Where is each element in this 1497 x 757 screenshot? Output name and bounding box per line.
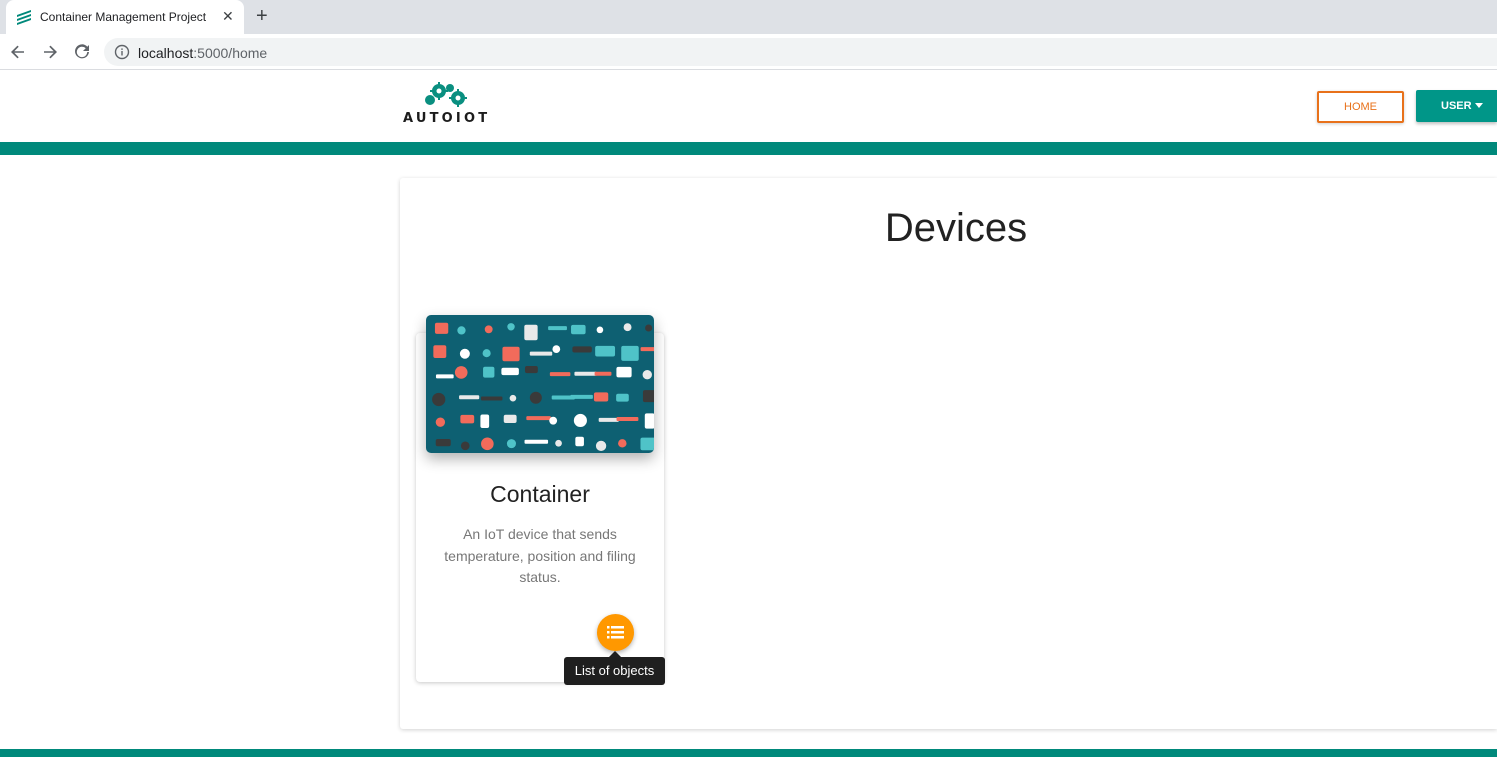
browser-tab[interactable]: Container Management Project ✕ bbox=[6, 0, 244, 34]
device-glyph bbox=[618, 439, 627, 448]
browser-tabbar: Container Management Project ✕ + bbox=[0, 0, 1497, 34]
device-glyph bbox=[593, 392, 609, 402]
device-glyph bbox=[571, 324, 586, 335]
device-glyph bbox=[573, 413, 587, 428]
favicon-icon bbox=[16, 9, 32, 25]
device-glyph bbox=[524, 439, 549, 444]
autoiot-logo-icon[interactable] bbox=[400, 79, 490, 137]
forward-icon[interactable] bbox=[40, 42, 60, 62]
device-glyph bbox=[616, 417, 639, 422]
user-label: USER bbox=[1441, 100, 1472, 112]
device-glyph bbox=[574, 371, 597, 376]
illustration-svg bbox=[432, 322, 654, 452]
device-glyph bbox=[482, 349, 491, 358]
device-glyph bbox=[435, 374, 454, 379]
app-header: AUTOIOT HOME USER bbox=[0, 71, 1497, 142]
device-glyph bbox=[432, 392, 446, 407]
device-glyph bbox=[572, 346, 592, 353]
device-glyph bbox=[434, 322, 449, 334]
device-glyph bbox=[640, 437, 654, 451]
iot-devices-illustration bbox=[426, 315, 654, 453]
device-glyph bbox=[480, 414, 490, 428]
device-glyph bbox=[645, 324, 653, 332]
device-glyph bbox=[526, 416, 551, 421]
device-glyph bbox=[484, 325, 493, 334]
device-glyph bbox=[529, 391, 542, 404]
device-glyph bbox=[524, 366, 538, 374]
back-icon[interactable] bbox=[8, 42, 28, 62]
device-glyph bbox=[459, 348, 470, 359]
device-glyph bbox=[621, 345, 639, 361]
device-glyph bbox=[503, 414, 517, 423]
list-objects-button[interactable] bbox=[597, 614, 634, 651]
device-glyph bbox=[548, 326, 567, 331]
device-glyph bbox=[623, 323, 632, 332]
device-glyph bbox=[616, 366, 632, 378]
device-glyph bbox=[555, 439, 562, 447]
caret-down-icon bbox=[1474, 103, 1483, 108]
device-glyph bbox=[481, 437, 494, 451]
device-glyph bbox=[483, 366, 495, 378]
device-glyph bbox=[642, 390, 654, 403]
list-icon bbox=[607, 626, 624, 639]
device-glyph bbox=[642, 370, 652, 380]
device-glyph bbox=[616, 393, 629, 402]
device-glyph bbox=[459, 395, 480, 400]
device-glyph bbox=[529, 351, 553, 356]
info-icon[interactable] bbox=[114, 44, 130, 60]
device-glyph bbox=[552, 345, 561, 353]
device-glyph bbox=[549, 372, 571, 377]
page-title: Devices bbox=[884, 206, 1028, 250]
url-path: :5000/home bbox=[193, 45, 268, 61]
tab-title: Container Management Project bbox=[40, 10, 207, 24]
device-glyph bbox=[502, 346, 520, 362]
device-glyph bbox=[644, 413, 654, 429]
tooltip: List of objects bbox=[564, 657, 665, 685]
close-tab-icon[interactable]: ✕ bbox=[222, 8, 234, 24]
device-glyph bbox=[480, 396, 503, 401]
device-glyph bbox=[454, 366, 468, 379]
card-title: Container bbox=[490, 481, 590, 507]
footer-bar bbox=[0, 749, 1497, 757]
card-description: An IoT device that sends temperature, po… bbox=[444, 526, 636, 585]
device-glyph bbox=[509, 394, 517, 402]
device-glyph bbox=[595, 440, 607, 452]
device-glyph bbox=[594, 371, 612, 376]
device-glyph bbox=[460, 441, 470, 451]
user-menu-button[interactable]: USER bbox=[1416, 90, 1497, 122]
home-button[interactable]: HOME bbox=[1317, 91, 1404, 123]
header-divider bbox=[0, 142, 1497, 155]
logo-text: AUTOIOT bbox=[403, 111, 491, 126]
device-glyph bbox=[596, 326, 604, 334]
address-bar[interactable]: localhost:5000/home bbox=[104, 38, 1497, 66]
device-glyph bbox=[506, 439, 516, 449]
browser-toolbar: localhost:5000/home bbox=[0, 34, 1497, 70]
url-host: localhost bbox=[138, 45, 194, 61]
device-glyph bbox=[457, 326, 466, 335]
device-glyph bbox=[460, 414, 475, 424]
device-glyph bbox=[575, 436, 584, 447]
device-glyph bbox=[595, 345, 616, 357]
device-glyph bbox=[640, 347, 654, 352]
new-tab-button[interactable]: + bbox=[256, 6, 268, 26]
device-glyph bbox=[549, 416, 558, 425]
reload-icon[interactable] bbox=[72, 42, 92, 62]
device-glyph bbox=[570, 394, 593, 399]
device-glyph bbox=[598, 417, 619, 422]
device-glyph bbox=[507, 323, 515, 331]
device-glyph bbox=[435, 417, 446, 427]
url-text: localhost:5000/home bbox=[138, 45, 267, 61]
device-glyph bbox=[501, 367, 519, 376]
device-glyph bbox=[433, 345, 447, 359]
device-glyph bbox=[524, 324, 538, 341]
device-glyph bbox=[435, 438, 451, 447]
